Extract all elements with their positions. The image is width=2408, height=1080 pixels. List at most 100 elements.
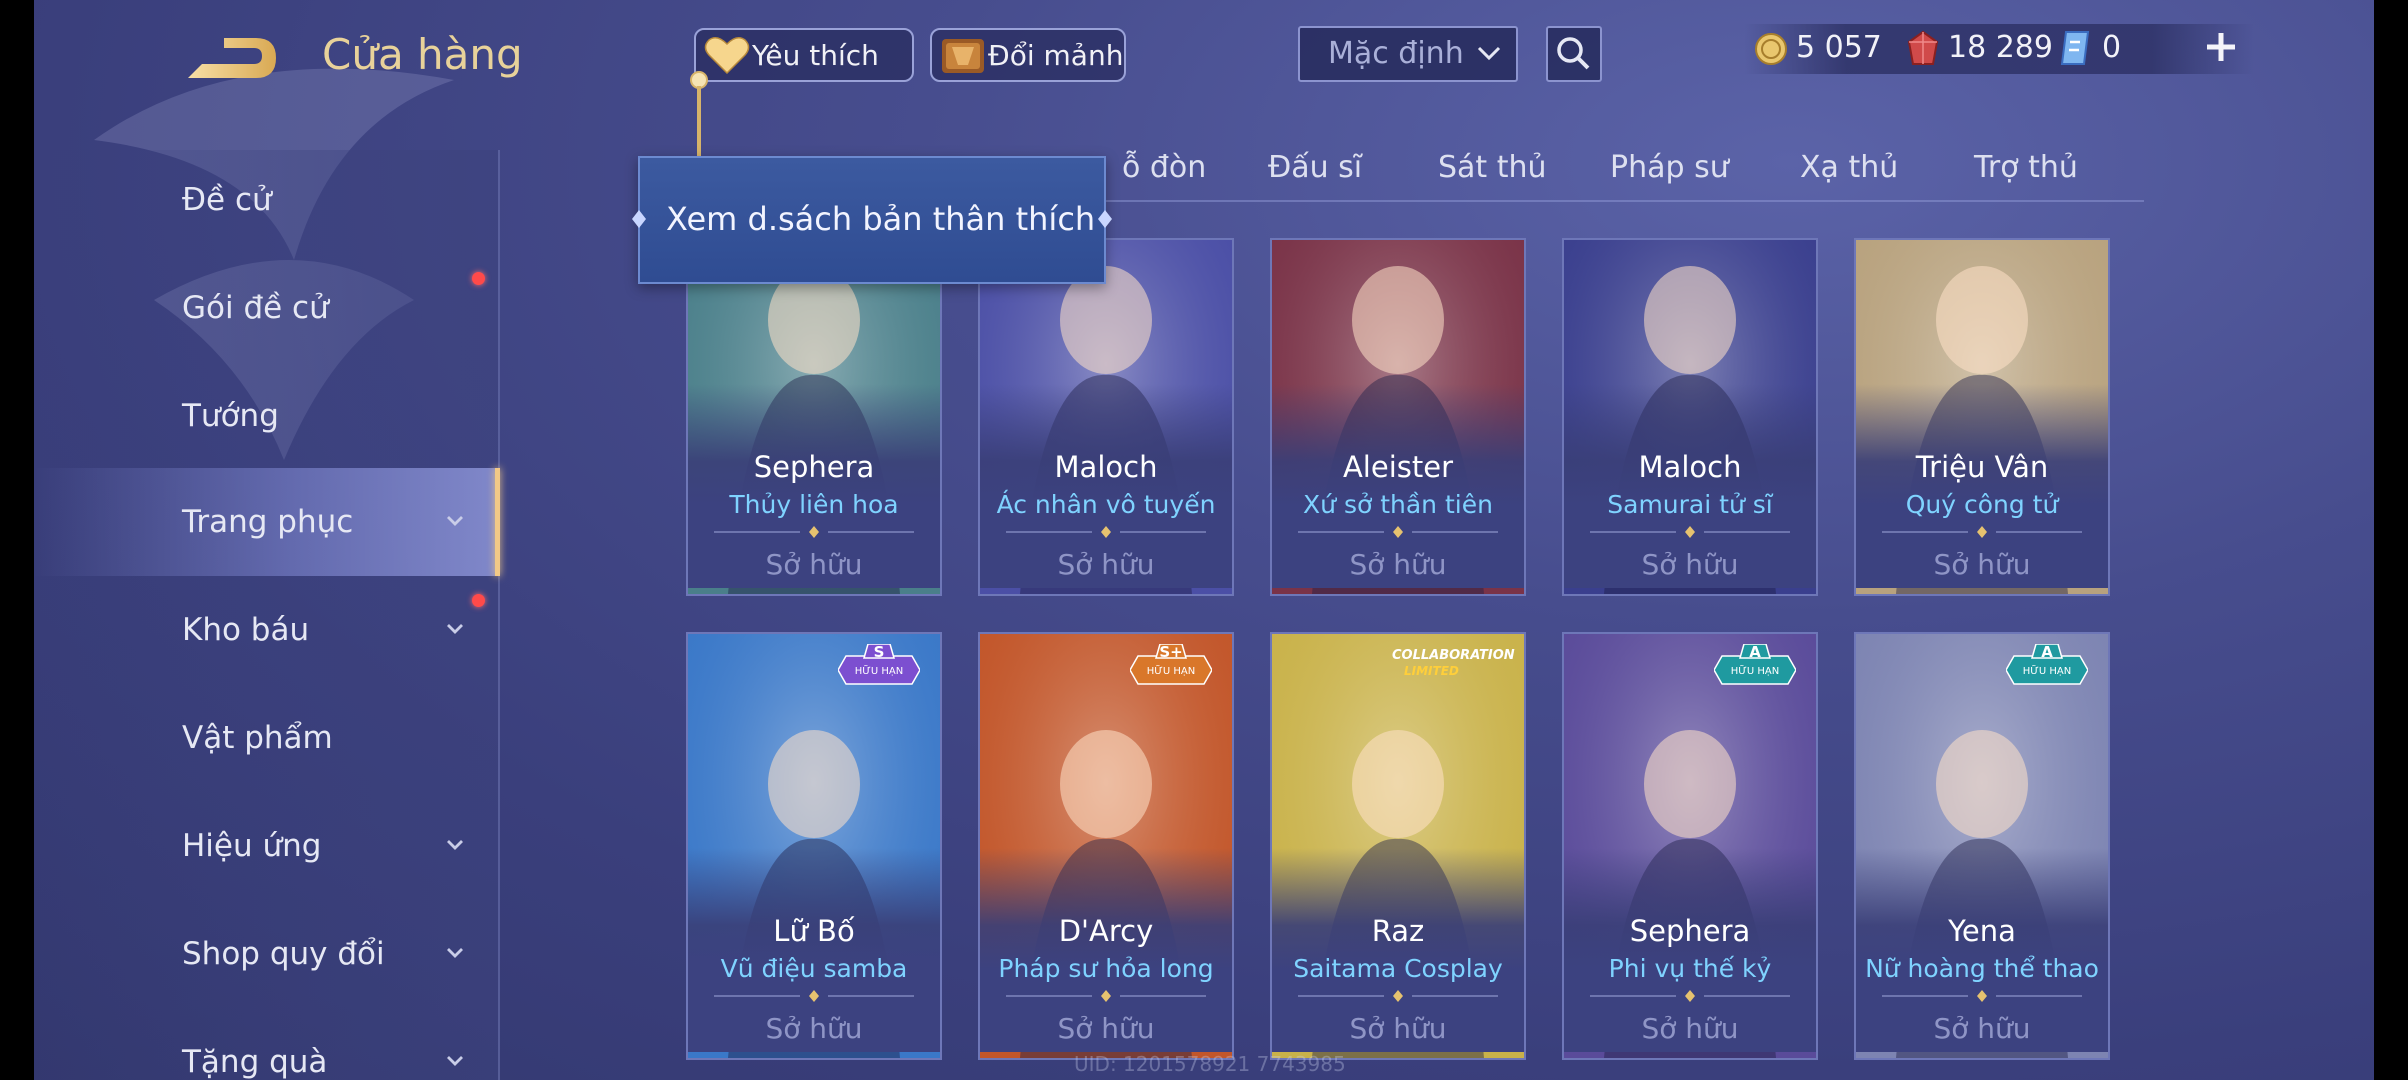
tab-3[interactable]: Pháp sư <box>1610 150 1729 185</box>
gold-coin-icon <box>1755 33 1787 65</box>
hero-name: Sephera <box>753 450 875 484</box>
skin-card[interactable]: Sephera Phi vụ thế kỷ Sở hữu A HỮU HẠN <box>1562 632 1818 1060</box>
hero-name: Sephera <box>1629 914 1751 948</box>
shop-screen: Đề cử Gói đề cử Tướng Trang phục Kho báu Vật … <box>34 0 2374 1080</box>
badge-limited: HỮU HẠN <box>1146 666 1196 677</box>
exchange-fragments-button[interactable]: Đổi mảnh <box>930 28 1126 82</box>
card-divider <box>1298 526 1498 538</box>
tab-4[interactable]: Xạ thủ <box>1800 150 1898 185</box>
chevron-down-icon <box>447 948 463 958</box>
card-divider <box>1882 990 2082 1002</box>
skin-name: Quý công tử <box>1905 490 2059 519</box>
sidebar-item-8[interactable]: Tặng quà <box>34 1008 500 1080</box>
card-divider <box>1298 990 1498 1002</box>
hero-name: Lữ Bố <box>773 914 855 948</box>
search-button[interactable] <box>1546 26 1602 82</box>
skin-name: Samurai tử sĩ <box>1607 490 1773 519</box>
ownership-status: Sở hữu <box>1641 548 1739 581</box>
add-currency-button[interactable] <box>2204 30 2238 64</box>
skin-name: Thủy liên hoa <box>729 490 899 519</box>
sidebar-item-label: Đề cử <box>182 182 272 218</box>
sidebar-item-3[interactable]: Trang phục <box>34 468 500 576</box>
tab-1[interactable]: Đấu sĩ <box>1268 150 1362 185</box>
badge-grade: S <box>873 643 885 661</box>
card-divider <box>714 526 914 538</box>
skin-card[interactable]: Maloch Ác nhân vô tuyến Sở hữu <box>978 238 1234 596</box>
sidebar-item-2[interactable]: Tướng <box>34 362 500 470</box>
card-divider <box>1882 526 2082 538</box>
gold-amount: 5 057 <box>1796 30 1882 65</box>
badge-grade: A <box>1749 643 1761 661</box>
badge-grade: A <box>2041 643 2053 661</box>
tab-0[interactable]: ỗ đòn <box>1122 150 1206 185</box>
sort-dropdown[interactable]: Mặc định <box>1298 26 1518 82</box>
favorite-button[interactable]: Yêu thích <box>694 28 914 82</box>
page-title: Cửa hàng <box>322 30 523 79</box>
collaboration-badge: COLLABORATION LIMITED <box>1390 644 1520 684</box>
collab-limited-label: LIMITED <box>1404 664 1459 678</box>
card-divider <box>1590 526 1790 538</box>
sidebar-item-7[interactable]: Shop quy đổi <box>34 900 500 1008</box>
ownership-status: Sở hữu <box>765 1012 863 1045</box>
sidebar-item-label: Tướng <box>182 398 279 434</box>
tooltip-text: Xem d.sách bản thân thích <box>666 200 1096 238</box>
skin-card[interactable]: Maloch Samurai tử sĩ Sở hữu <box>1562 238 1818 596</box>
card-divider <box>1590 990 1790 1002</box>
ownership-status: Sở hữu <box>1349 548 1447 581</box>
sidebar-item-label: Gói đề cử <box>182 290 329 326</box>
rarity-badge: S+ HỮU HẠN <box>1130 643 1212 686</box>
favorite-label: Yêu thích <box>752 38 879 72</box>
skin-card[interactable]: D'Arcy Pháp sư hỏa long Sở hữu S+ HỮU HẠN <box>978 632 1234 1060</box>
back-button[interactable] <box>184 34 280 86</box>
card-divider <box>1006 526 1206 538</box>
sidebar-item-0[interactable]: Đề cử <box>34 146 500 254</box>
tab-2[interactable]: Sát thủ <box>1438 150 1547 185</box>
hero-name: Raz <box>1371 914 1425 948</box>
sidebar-item-4[interactable]: Kho báu <box>34 576 500 684</box>
hero-name: Triệu Vân <box>1915 450 2049 484</box>
rarity-badge: A HỮU HẠN <box>2006 643 2088 686</box>
ownership-status: Sở hữu <box>1933 548 2031 581</box>
sidebar-item-5[interactable]: Vật phẩm <box>34 684 500 792</box>
chevron-down-icon <box>447 1056 463 1066</box>
notification-dot <box>472 594 485 607</box>
skin-card[interactable]: Aleister Xứ sở thần tiên Sở hữu <box>1270 238 1526 596</box>
skin-card[interactable]: Raz Saitama Cosplay Sở hữu COLLABORATION LIM… <box>1270 632 1526 1060</box>
skin-name: Xứ sở thần tiên <box>1303 490 1493 519</box>
exchange-label: Đổi mảnh <box>988 38 1124 72</box>
skin-card[interactable]: Triệu Vân Quý công tử Sở hữu <box>1854 238 2110 596</box>
tab-5[interactable]: Trợ thủ <box>1974 150 2078 185</box>
skin-card[interactable]: Lữ Bố Vũ điệu samba Sở hữu S HỮU HẠN <box>686 632 942 1060</box>
skin-name: Nữ hoàng thể thao <box>1865 954 2099 983</box>
chevron-down-icon <box>1477 46 1501 61</box>
voucher-amount: 0 <box>2102 30 2122 65</box>
sidebar-item-label: Kho báu <box>182 612 310 648</box>
chevron-down-icon <box>447 516 463 526</box>
collab-label: COLLABORATION <box>1392 648 1515 663</box>
sort-value: Mặc định <box>1328 36 1464 71</box>
skin-name: Vũ điệu samba <box>720 954 908 983</box>
sidebar-item-label: Trang phục <box>182 504 354 540</box>
sidebar-item-label: Shop quy đổi <box>182 936 385 972</box>
hero-name: D'Arcy <box>1058 914 1154 948</box>
sidebar-item-1[interactable]: Gói đề cử <box>34 254 500 362</box>
search-icon <box>1557 37 1590 70</box>
notification-dot <box>472 272 485 285</box>
skin-name: Pháp sư hỏa long <box>998 954 1214 983</box>
ownership-status: Sở hữu <box>1933 1012 2031 1045</box>
hero-name: Yena <box>1948 914 2016 948</box>
hero-name: Maloch <box>1054 450 1158 484</box>
gem-amount: 18 289 <box>1948 30 2053 65</box>
sidebar-item-label: Hiệu ứng <box>182 828 322 864</box>
rarity-badge: A HỮU HẠN <box>1714 643 1796 686</box>
hero-name: Aleister <box>1342 450 1454 484</box>
ownership-status: Sở hữu <box>1349 1012 1447 1045</box>
skin-card[interactable]: Yena Nữ hoàng thể thao Sở hữu A HỮU HẠN <box>1854 632 2110 1060</box>
ownership-status: Sở hữu <box>765 548 863 581</box>
ownership-status: Sở hữu <box>1057 1012 1155 1045</box>
chevron-down-icon <box>447 840 463 850</box>
skin-name: Saitama Cosplay <box>1293 954 1503 983</box>
ownership-status: Sở hữu <box>1641 1012 1739 1045</box>
skin-card[interactable]: Sephera Thủy liên hoa Sở hữu <box>686 238 942 596</box>
sidebar-item-6[interactable]: Hiệu ứng <box>34 792 500 900</box>
